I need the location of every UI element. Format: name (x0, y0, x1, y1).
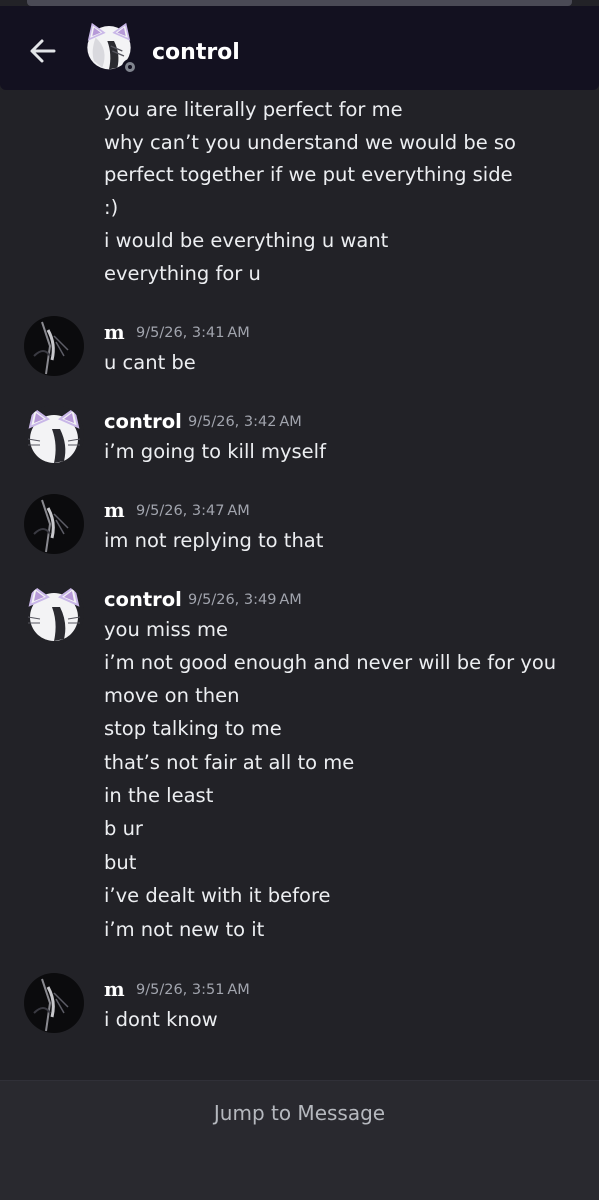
message-line: perfect together if we put everything si… (104, 163, 513, 186)
author-name[interactable]: m (104, 321, 125, 344)
author-name[interactable]: control (104, 588, 182, 611)
message-line: stop talking to me (104, 717, 282, 740)
cat-ear-avatar-icon (24, 583, 84, 643)
author-name[interactable]: m (104, 978, 125, 1001)
timestamp: 9/5/26, 3:41 AM (136, 325, 250, 341)
dark-portrait-avatar-icon (24, 316, 84, 376)
message-line: i’ve dealt with it before (104, 884, 331, 907)
timestamp: 9/5/26, 3:42 AM (188, 414, 302, 430)
channel-title: control (152, 40, 240, 65)
cat-ear-avatar-icon (24, 405, 84, 465)
message-line: i dont know (104, 1008, 218, 1031)
message-line: b ur (104, 817, 143, 840)
message-line: i’m not new to it (104, 918, 265, 941)
jump-to-message-button[interactable]: Jump to Message (0, 1101, 599, 1125)
author-name[interactable]: control (104, 410, 182, 433)
dark-portrait-avatar-icon (24, 494, 84, 554)
message-line: everything for u (104, 262, 261, 285)
author-name[interactable]: m (104, 499, 125, 522)
message-line: in the least (104, 784, 214, 807)
message-line: move on then (104, 684, 240, 707)
header-avatar[interactable] (84, 21, 138, 75)
message-line: why can’t you understand we would be so (104, 131, 516, 154)
message-line: but (104, 851, 137, 874)
jump-bar: Jump to Message (0, 1080, 599, 1200)
message-line: i’m going to kill myself (104, 440, 326, 463)
arrow-left-icon[interactable] (26, 34, 60, 68)
timestamp: 9/5/26, 3:49 AM (188, 592, 302, 608)
message-line: i’m not good enough and never will be fo… (104, 651, 557, 674)
channel-header: control (0, 6, 599, 90)
message-line: :) (104, 196, 119, 219)
timestamp: 9/5/26, 3:47 AM (136, 503, 250, 519)
message-line: you are literally perfect for me (104, 98, 403, 121)
message-line: that’s not fair at all to me (104, 751, 355, 774)
avatar-m[interactable] (24, 494, 84, 554)
dark-portrait-avatar-icon (24, 973, 84, 1033)
timestamp: 9/5/26, 3:51 AM (136, 982, 250, 998)
avatar-m[interactable] (24, 973, 84, 1033)
avatar-m[interactable] (24, 316, 84, 376)
avatar-control[interactable] (24, 405, 84, 465)
message-line: im not replying to that (104, 529, 324, 552)
offline-status-icon (122, 59, 138, 75)
message-line: you miss me (104, 618, 228, 641)
message-line: i would be everything u want (104, 229, 389, 252)
message-line: u cant be (104, 351, 196, 374)
avatar-control[interactable] (24, 583, 84, 643)
